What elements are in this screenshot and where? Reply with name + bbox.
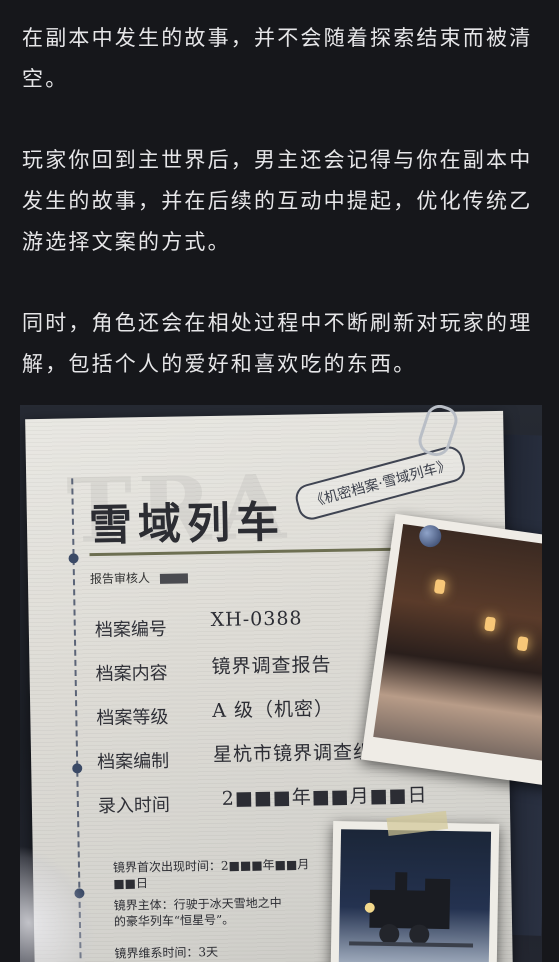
paragraph-1: 在副本中发生的故事，并不会随着探索结束而被清空。 bbox=[22, 26, 533, 91]
field-label-date: 录入时间 bbox=[97, 794, 171, 818]
duration-text: 镜界维系时间：3天 bbox=[114, 944, 219, 961]
field-label-level: 档案等级 bbox=[96, 706, 169, 730]
field-label-content: 档案内容 bbox=[95, 662, 168, 686]
redaction-bar bbox=[159, 572, 188, 584]
reviewer-line: 报告审核人 bbox=[90, 568, 188, 587]
paragraph-3: 同时，角色还会在相处过程中不断刷新对玩家的理解，包括个人的爱好和喜欢吃的东西。 bbox=[22, 311, 533, 376]
lamp-light bbox=[516, 636, 529, 652]
article-image[interactable]: TRA 《机密档案·雪域列车》 雪域列车 报告审核人 档案编号 XH-0388 … bbox=[20, 405, 542, 962]
train-interior-photo bbox=[360, 513, 542, 787]
reviewer-label: 报告审核人 bbox=[89, 571, 151, 587]
subject-line-2: 的豪华列车“恒星号”。 bbox=[113, 912, 235, 929]
field-value-id: XH-0388 bbox=[210, 607, 303, 632]
lamp-light bbox=[433, 579, 446, 595]
subject-line-1: 镜界主体：行驶于冰天雪地之中 bbox=[113, 895, 282, 913]
confidential-stamp: 《机密档案·雪域列车》 bbox=[292, 443, 469, 523]
lamp-light bbox=[484, 616, 496, 632]
field-value-content: 镜界调查报告 bbox=[211, 653, 332, 678]
first-appearance-text: 镜界首次出现时间：2■■■年■■月■■日 bbox=[112, 857, 310, 891]
margin-dot bbox=[72, 763, 83, 774]
field-value-level: A 级（机密） bbox=[212, 697, 335, 722]
paragraph-2: 玩家你回到主世界后，男主还会记得与你在副本中发生的故事，并在后续的互动中提起，优… bbox=[22, 148, 533, 254]
train-locomotive-photo bbox=[330, 821, 500, 962]
field-label-id: 档案编号 bbox=[94, 618, 168, 642]
field-label-author: 档案编制 bbox=[96, 750, 170, 774]
dossier-paper: TRA 《机密档案·雪域列车》 雪域列车 报告审核人 档案编号 XH-0388 … bbox=[25, 410, 542, 962]
margin-dot bbox=[68, 553, 79, 564]
field-value-author: 星杭市镜界调查组 bbox=[212, 741, 374, 766]
article-body: 在副本中发生的故事，并不会随着探索结束而被清空。 玩家你回到主世界后，男主还会记… bbox=[22, 18, 542, 425]
dossier-title: 雪域列车 bbox=[88, 497, 286, 552]
field-value-date: 2■■■年■■月■■日 bbox=[221, 784, 428, 810]
locomotive-icon bbox=[349, 872, 474, 948]
